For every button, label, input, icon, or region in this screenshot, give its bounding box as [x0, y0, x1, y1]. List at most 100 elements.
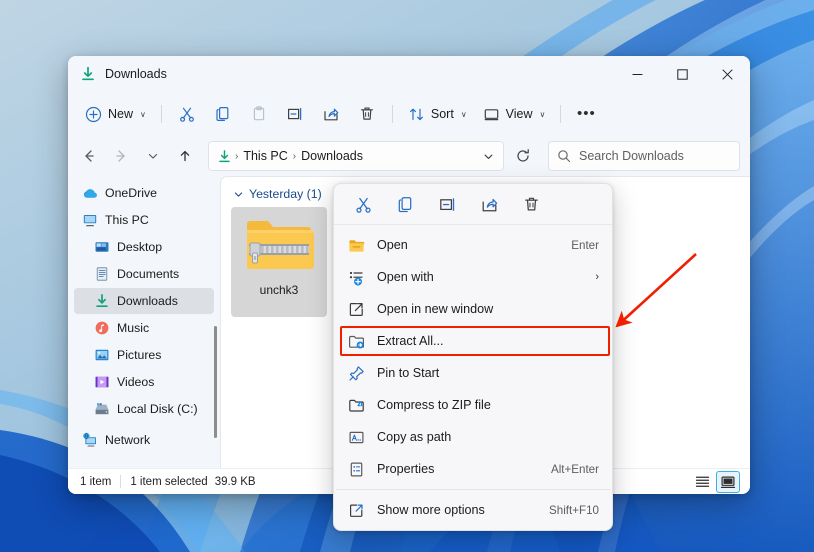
pictures-icon: [94, 347, 110, 363]
sidebar-item-network[interactable]: Network: [74, 427, 214, 453]
toolbar-divider-1: [161, 105, 162, 123]
context-item-label: Show more options: [377, 503, 485, 517]
sidebar-item-pictures[interactable]: Pictures: [74, 342, 214, 368]
context-share-button[interactable]: [470, 189, 508, 219]
group-header-label: Yesterday (1): [249, 187, 322, 201]
hard-drive-icon: [94, 401, 110, 417]
breadcrumb-item-this-pc[interactable]: This PC: [239, 149, 291, 163]
sort-button[interactable]: Sort ∨: [401, 99, 474, 129]
sidebar-item-label: Videos: [117, 375, 154, 389]
up-button[interactable]: [170, 141, 200, 171]
chevron-down-icon: ∨: [461, 110, 467, 119]
context-item-compress-to-zip[interactable]: Compress to ZIP file: [338, 389, 608, 421]
context-item-label: Open with: [377, 270, 434, 284]
sidebar-item-onedrive[interactable]: OneDrive: [74, 180, 214, 206]
delete-button[interactable]: [350, 99, 384, 129]
new-button[interactable]: New ∨: [78, 99, 153, 129]
breadcrumb-item-downloads[interactable]: Downloads: [297, 149, 367, 163]
view-toggle-group: [690, 471, 750, 493]
breadcrumb-dropdown-button[interactable]: [477, 143, 499, 169]
copy-button[interactable]: [206, 99, 240, 129]
downloads-arrow-icon: [80, 66, 96, 82]
search-placeholder: Search Downloads: [579, 149, 684, 163]
context-item-open-with[interactable]: Open with ›: [338, 261, 608, 293]
sidebar-item-label: Local Disk (C:): [117, 402, 198, 416]
context-item-properties[interactable]: Properties Alt+Enter: [338, 453, 608, 485]
refresh-button[interactable]: [508, 141, 538, 171]
context-item-pin-to-start[interactable]: Pin to Start: [338, 357, 608, 389]
navigation-pane: OneDrive This PC Desktop: [68, 176, 220, 468]
navigation-pane-scrollbar[interactable]: [214, 326, 217, 438]
context-item-label: Pin to Start: [377, 366, 439, 380]
chevron-down-icon: [146, 149, 160, 163]
sidebar-item-label: Downloads: [117, 294, 178, 308]
sidebar-item-downloads[interactable]: Downloads: [74, 288, 214, 314]
window-title: Downloads: [105, 67, 167, 81]
breadcrumb-address-bar[interactable]: › This PC › Downloads: [208, 141, 504, 171]
downloads-arrow-icon: [217, 149, 232, 164]
sidebar-item-music[interactable]: Music: [74, 315, 214, 341]
context-item-extract-all[interactable]: Extract All...: [338, 325, 608, 357]
copy-icon: [214, 105, 232, 123]
paste-button[interactable]: [242, 99, 276, 129]
close-button[interactable]: [705, 56, 750, 92]
search-icon: [557, 149, 571, 163]
context-item-open[interactable]: Open Enter: [338, 229, 608, 261]
file-name-label: unchk3: [260, 283, 299, 297]
refresh-icon: [515, 148, 531, 164]
chevron-down-icon: [233, 189, 244, 200]
share-button[interactable]: [314, 99, 348, 129]
sidebar-item-videos[interactable]: Videos: [74, 369, 214, 395]
details-view-button[interactable]: [690, 471, 714, 493]
arrow-up-icon: [177, 148, 193, 164]
music-note-icon: [94, 320, 110, 336]
recent-locations-button[interactable]: [138, 141, 168, 171]
copy-path-icon: [348, 429, 365, 446]
more-options-button[interactable]: •••: [569, 99, 603, 129]
address-bar-row: › This PC › Downloads Search Downloads: [68, 136, 750, 176]
large-icons-view-button[interactable]: [716, 471, 740, 493]
context-copy-button[interactable]: [386, 189, 424, 219]
context-cut-button[interactable]: [344, 189, 382, 219]
sidebar-item-local-disk-c[interactable]: Local Disk (C:): [74, 396, 214, 422]
context-delete-button[interactable]: [512, 189, 550, 219]
sidebar-item-label: OneDrive: [105, 186, 157, 200]
sort-button-label: Sort: [431, 107, 454, 121]
sidebar-item-label: Pictures: [117, 348, 161, 362]
file-item-unchk3[interactable]: unchk3: [231, 207, 327, 317]
chevron-right-icon: ›: [595, 271, 599, 283]
cut-button[interactable]: [170, 99, 204, 129]
trash-icon: [522, 195, 541, 214]
videos-icon: [94, 374, 110, 390]
show-more-icon: [348, 502, 365, 519]
share-icon: [322, 105, 340, 123]
sidebar-item-this-pc[interactable]: This PC: [74, 207, 214, 233]
view-button[interactable]: View ∨: [476, 99, 553, 129]
scissors-icon: [178, 105, 196, 123]
forward-button[interactable]: [106, 141, 136, 171]
context-menu-items: Open Enter Open with › Open in new windo…: [334, 225, 612, 526]
context-rename-button[interactable]: [428, 189, 466, 219]
status-divider: [120, 475, 121, 488]
maximize-button[interactable]: [660, 56, 705, 92]
rename-button[interactable]: [278, 99, 312, 129]
sidebar-item-documents[interactable]: Documents: [74, 261, 214, 287]
onedrive-cloud-icon: [82, 185, 98, 201]
context-item-accelerator: Enter: [571, 239, 599, 252]
window-title-bar: Downloads: [68, 56, 750, 92]
ellipsis-icon: •••: [577, 109, 596, 119]
chevron-down-icon: ∨: [140, 110, 146, 119]
context-item-show-more-options[interactable]: Show more options Shift+F10: [338, 494, 608, 526]
arrow-left-icon: [81, 148, 97, 164]
context-item-open-in-new-window[interactable]: Open in new window: [338, 293, 608, 325]
network-icon: [82, 432, 98, 448]
context-item-label: Open in new window: [377, 302, 493, 316]
context-item-copy-as-path[interactable]: Copy as path: [338, 421, 608, 453]
minimize-button[interactable]: [615, 56, 660, 92]
new-window-icon: [348, 301, 365, 318]
back-button[interactable]: [74, 141, 104, 171]
copy-icon: [396, 195, 415, 214]
sidebar-item-desktop[interactable]: Desktop: [74, 234, 214, 260]
search-input[interactable]: Search Downloads: [548, 141, 740, 171]
chevron-down-icon: [482, 150, 495, 163]
